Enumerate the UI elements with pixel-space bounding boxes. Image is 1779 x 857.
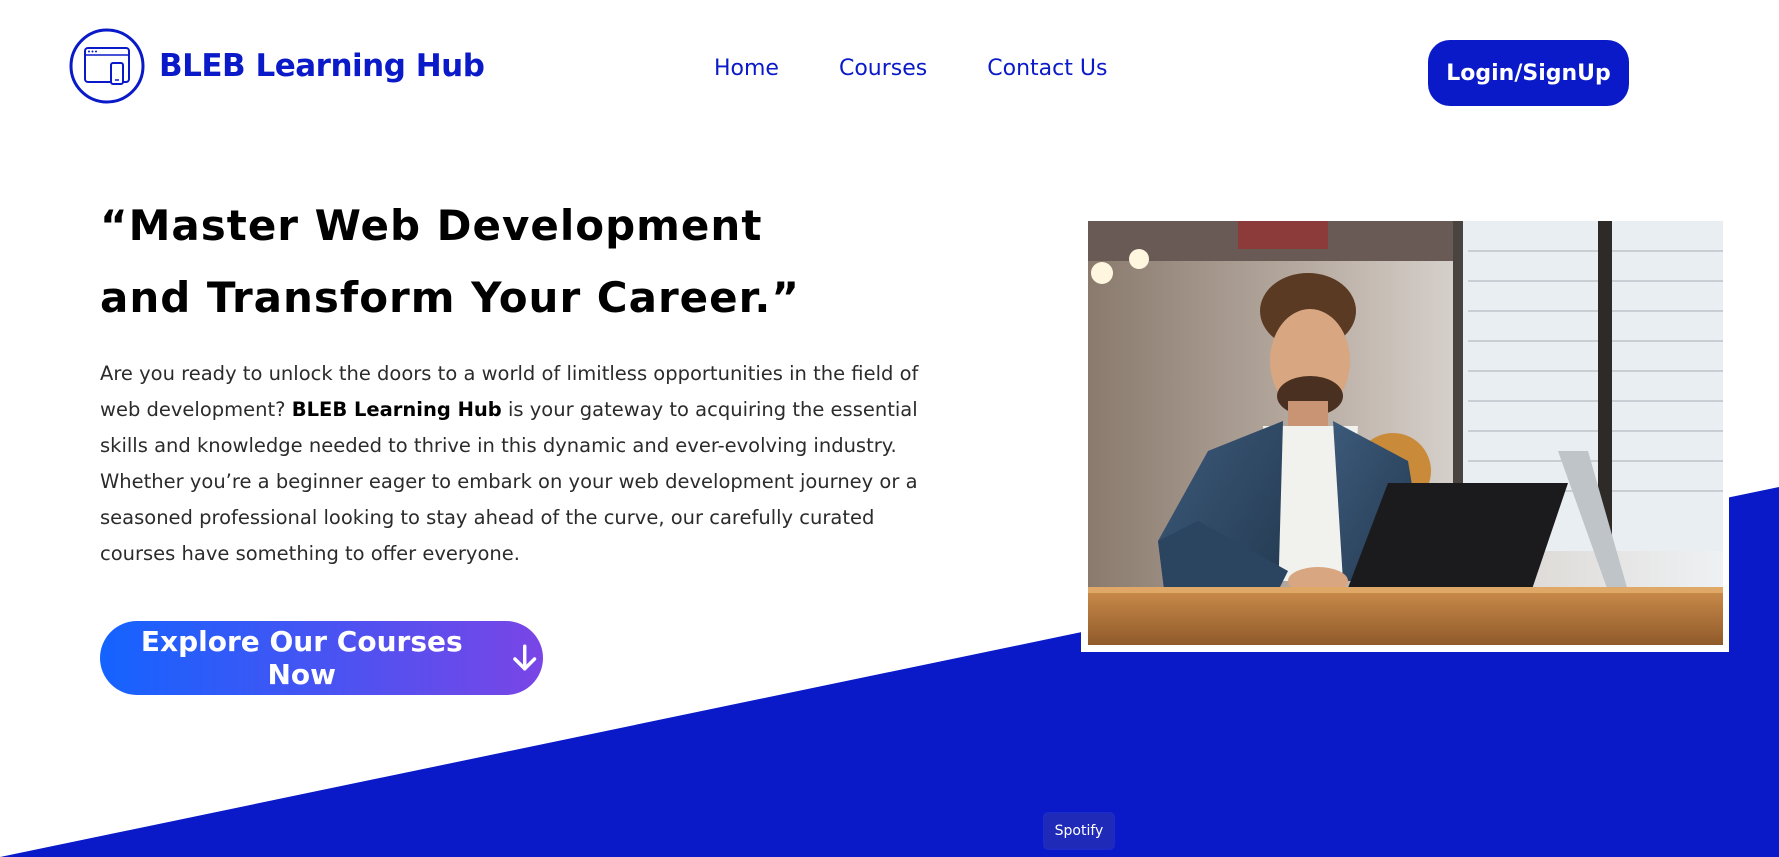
hero-description-brand: BLEB Learning Hub: [291, 398, 502, 421]
arrow-down-icon: [512, 644, 536, 671]
browser-devices-icon: [69, 28, 145, 104]
hero-title-line-2: and Transform Your Career.”: [100, 273, 800, 322]
hero-title: “Master Web Development and Transform Yo…: [100, 190, 860, 334]
nav-home-link[interactable]: Home: [714, 56, 779, 81]
hero-photo-man-on-laptop: [1088, 221, 1723, 645]
explore-courses-button[interactable]: Explore Our Courses Now: [100, 621, 543, 695]
hero-description: Are you ready to unlock the doors to a w…: [100, 356, 950, 572]
main-nav: Home Courses Contact Us: [714, 56, 1107, 81]
hero-title-line-1: “Master Web Development: [100, 201, 763, 250]
hero-description-part-2: is your gateway to acquiring the essenti…: [100, 398, 918, 565]
brand-name: BLEB Learning Hub: [159, 48, 485, 84]
login-signup-button[interactable]: Login/SignUp: [1428, 40, 1629, 106]
hero-image-frame: [1081, 215, 1729, 652]
brand-logo[interactable]: BLEB Learning Hub: [69, 28, 485, 104]
nav-contact-link[interactable]: Contact Us: [987, 56, 1107, 81]
nav-courses-link[interactable]: Courses: [839, 56, 927, 81]
spotify-tooltip[interactable]: Spotify: [1044, 813, 1114, 849]
explore-courses-label: Explore Our Courses Now: [140, 625, 463, 691]
